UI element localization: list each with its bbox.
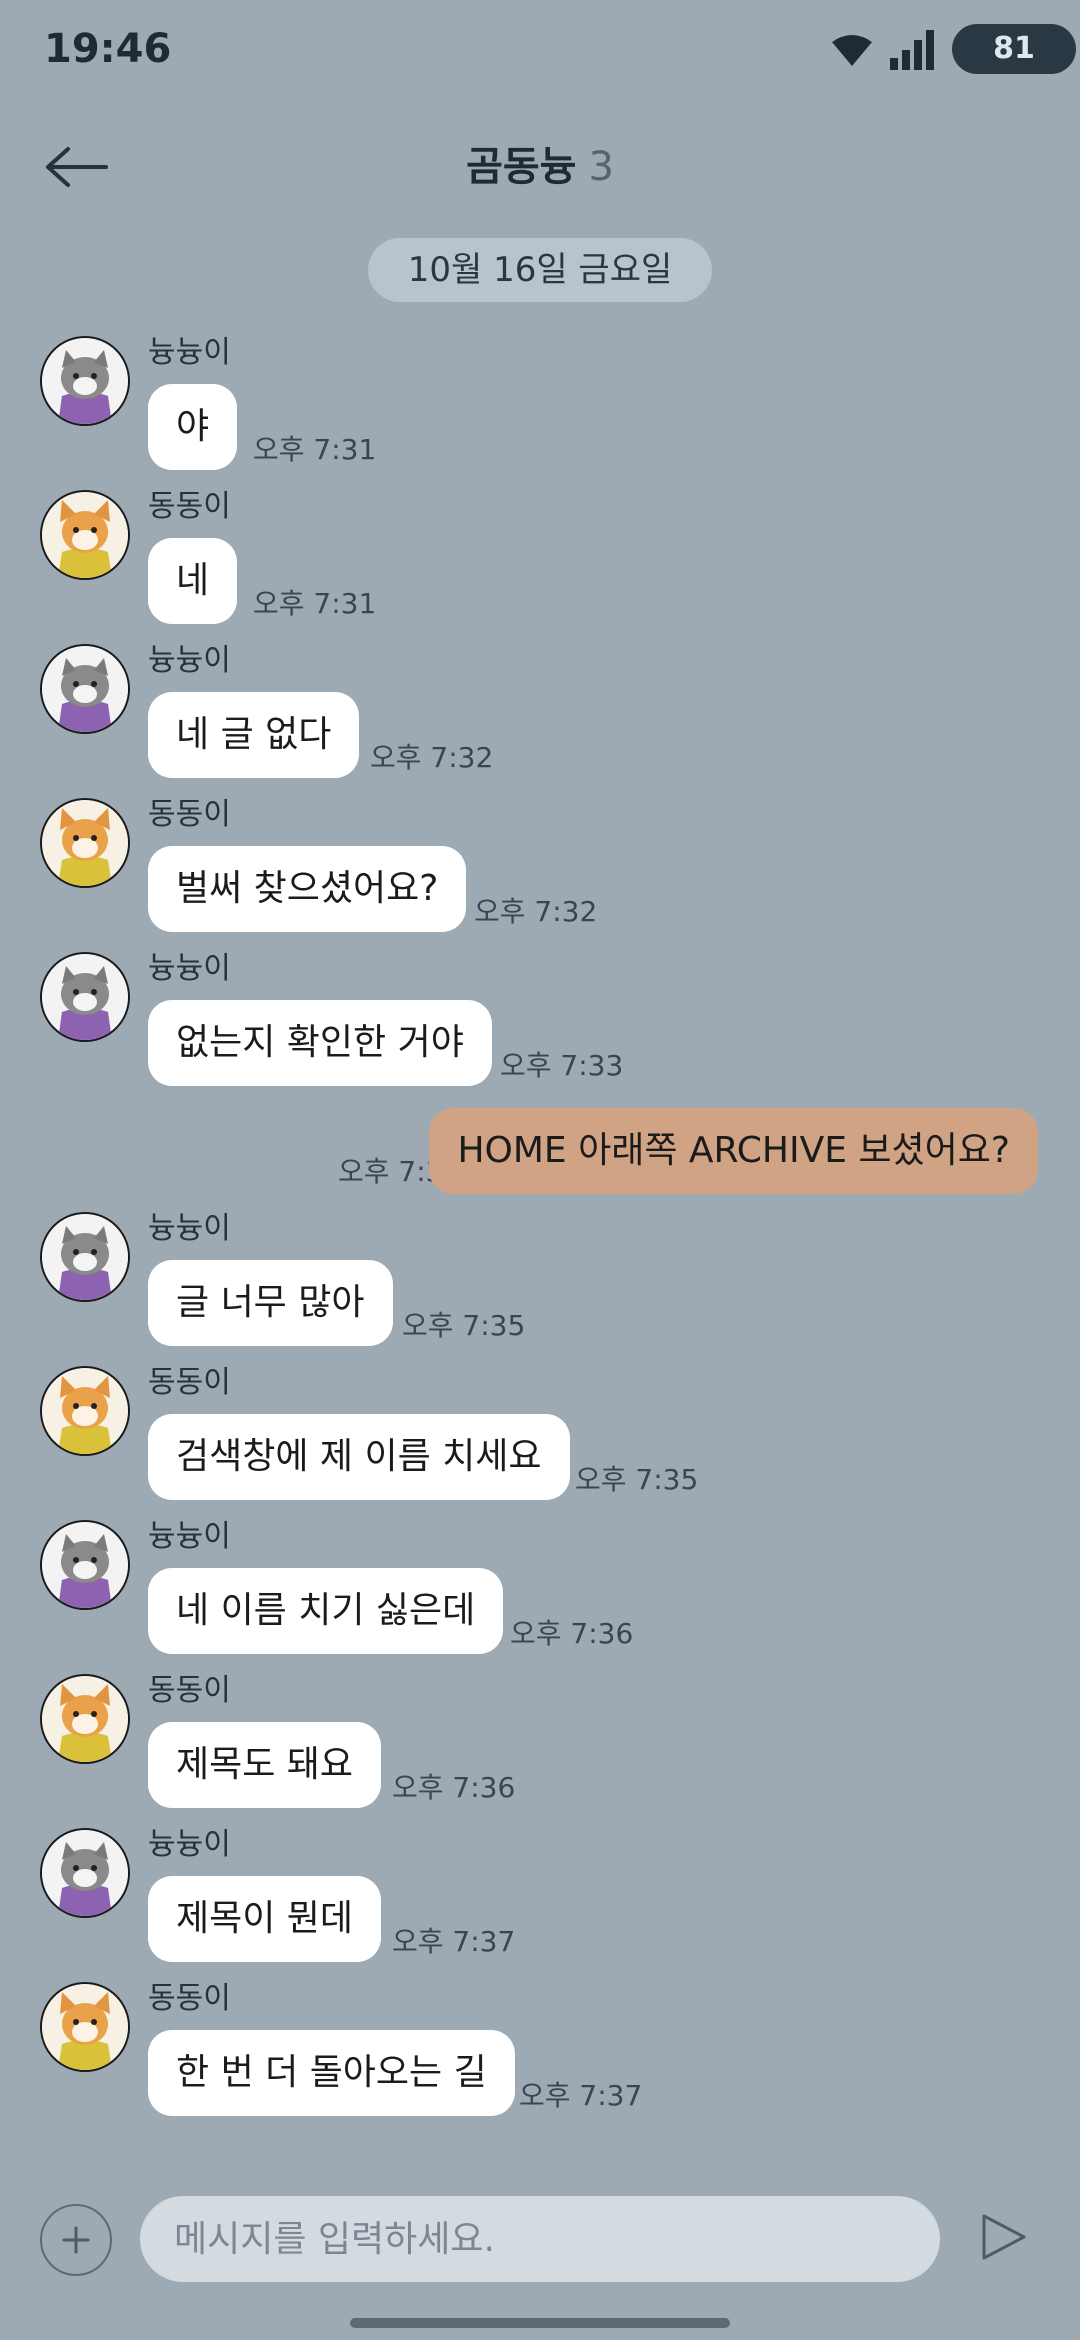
cat-avatar[interactable] (40, 644, 130, 734)
message-time: 오후 7:32 (370, 741, 494, 774)
dog-avatar[interactable] (40, 798, 130, 888)
message-time: 오후 7:36 (510, 1617, 634, 1650)
sender-name: 늉늉이 (148, 951, 231, 986)
message-bubble[interactable]: 야 (148, 384, 238, 470)
sender-name: 동동이 (148, 1365, 231, 1400)
plus-icon (62, 2226, 90, 2254)
message-composer (0, 2190, 1080, 2300)
cat-avatar[interactable] (40, 336, 130, 426)
message-bubble[interactable]: 검색창에 제 이름 치세요 (148, 1414, 570, 1500)
cat-avatar[interactable] (40, 1828, 130, 1918)
battery-indicator: 81 (952, 24, 1076, 74)
message-time: 오후 7:37 (392, 1925, 516, 1958)
message-time: 오후 7:33 (500, 1049, 624, 1082)
home-indicator (350, 2318, 730, 2328)
dog-avatar[interactable] (40, 1674, 130, 1764)
chat-title: 곰동늉 (466, 144, 577, 190)
sender-name: 늉늉이 (148, 643, 231, 678)
send-icon[interactable] (978, 2212, 1028, 2262)
message-bubble[interactable]: 네 글 없다 (148, 692, 360, 778)
outgoing-message-bubble[interactable]: HOME 아래쪽 ARCHIVE 보셨어요? (429, 1108, 1038, 1194)
message-bubble[interactable]: 제목도 돼요 (148, 1722, 382, 1808)
dog-avatar[interactable] (40, 490, 130, 580)
message-time: 오후 7:37 (519, 2079, 643, 2112)
chat-title-area: 곰동늉 3 (0, 134, 1080, 192)
sender-name: 늉늉이 (148, 1519, 231, 1554)
message-bubble[interactable]: 네 (148, 538, 238, 624)
sender-name: 늉늉이 (148, 1827, 231, 1862)
add-attachment-button[interactable] (40, 2204, 112, 2276)
cat-avatar[interactable] (40, 952, 130, 1042)
signal-icon (890, 30, 934, 70)
cat-avatar[interactable] (40, 1212, 130, 1302)
sender-name: 동동이 (148, 1981, 231, 2016)
message-bubble[interactable]: 한 번 더 돌아오는 길 (148, 2030, 515, 2116)
sender-name: 늉늉이 (148, 335, 231, 370)
message-bubble[interactable]: 없는지 확인한 거야 (148, 1000, 492, 1086)
message-time: 오후 7:36 (392, 1771, 516, 1804)
message-bubble[interactable]: 벌써 찾으셨어요? (148, 846, 467, 932)
message-time: 오후 7:35 (402, 1309, 526, 1342)
status-time: 19:46 (44, 26, 172, 72)
chat-header: 곰동늉 3 (0, 110, 1080, 220)
message-time: 오후 7:35 (575, 1463, 699, 1496)
message-bubble[interactable]: 제목이 뭔데 (148, 1876, 382, 1962)
message-bubble[interactable]: 네 이름 치기 싫은데 (148, 1568, 504, 1654)
sender-name: 동동이 (148, 489, 231, 524)
message-time: 오후 7:31 (253, 587, 377, 620)
message-time: 오후 7:31 (253, 433, 377, 466)
wifi-icon (832, 35, 872, 66)
message-bubble[interactable]: 글 너무 많아 (148, 1260, 393, 1346)
sender-name: 동동이 (148, 797, 231, 832)
dog-avatar[interactable] (40, 1366, 130, 1456)
sender-name: 동동이 (148, 1673, 231, 1708)
cat-avatar[interactable] (40, 1520, 130, 1610)
member-count: 3 (588, 144, 614, 190)
message-input[interactable] (140, 2196, 940, 2282)
message-time: 오후 7:32 (474, 895, 598, 928)
dog-avatar[interactable] (40, 1982, 130, 2072)
date-divider: 10월 16일 금요일 (368, 238, 712, 302)
status-bar: 19:46 81 (0, 0, 1080, 100)
sender-name: 늉늉이 (148, 1211, 231, 1246)
